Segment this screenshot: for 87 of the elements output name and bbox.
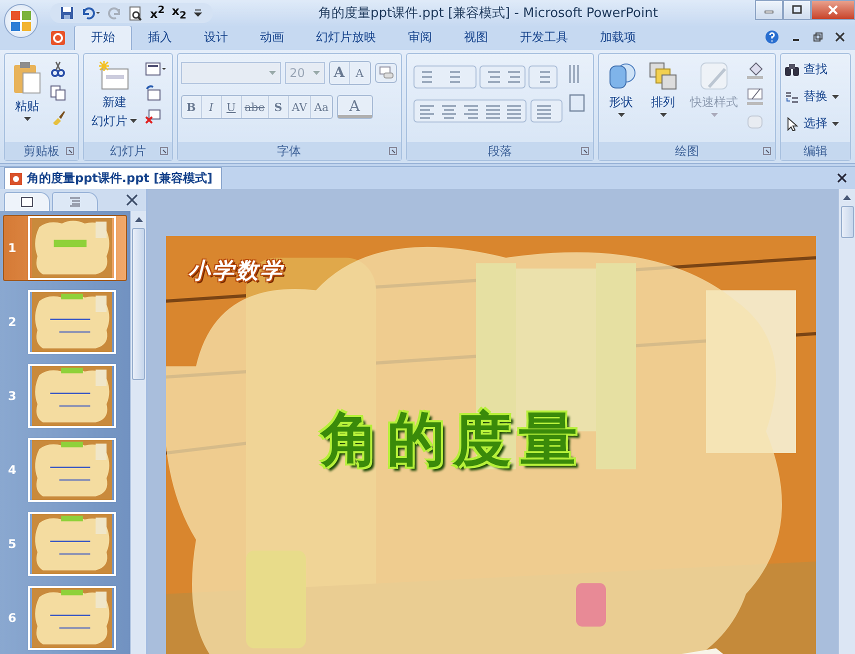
close-icon <box>827 5 839 15</box>
slide-subtitle: 小学数学 <box>187 258 286 286</box>
quick-styles-icon <box>699 61 730 91</box>
arrange-button[interactable]: 排列 <box>644 57 682 139</box>
help-icon[interactable] <box>765 30 779 44</box>
slide-icon <box>21 197 33 207</box>
reset-icon[interactable] <box>145 85 162 101</box>
format-button[interactable]: U <box>222 96 242 118</box>
presentation-icon <box>9 172 23 186</box>
outline-icon <box>69 197 81 207</box>
close-icon[interactable] <box>835 32 845 42</box>
format-button[interactable]: x$_{2}$ <box>172 4 186 22</box>
select-button[interactable]: 选择 <box>784 115 848 132</box>
replace-icon <box>784 90 800 104</box>
caret-icon <box>710 113 718 117</box>
maximize-button[interactable] <box>783 0 811 20</box>
launcher-icon[interactable] <box>581 147 590 155</box>
ribbon-tab[interactable]: 加载项 <box>584 26 652 50</box>
format-button[interactable]: B <box>182 96 202 118</box>
shapes-button[interactable]: 形状 <box>602 57 640 139</box>
grow-font-button[interactable]: A <box>330 62 350 84</box>
delete-slide-icon[interactable] <box>145 109 162 125</box>
caret-icon <box>130 119 138 123</box>
caret-icon <box>660 113 667 117</box>
slides-tab[interactable] <box>4 192 50 211</box>
ribbon-tab[interactable]: 视图 <box>448 26 504 50</box>
restore-icon[interactable] <box>813 32 823 42</box>
paste-button[interactable]: 粘贴 <box>8 57 46 139</box>
ribbon-tab[interactable]: 动画 <box>244 26 300 50</box>
replace-button[interactable]: 替换 <box>784 88 848 105</box>
caret-icon <box>618 113 625 117</box>
slide-title: 角的度量 <box>321 404 585 475</box>
format-button[interactable]: AV <box>288 96 312 118</box>
office-logo-icon <box>8 8 34 34</box>
eraser-icon[interactable] <box>374 63 397 83</box>
close-icon[interactable] <box>837 173 847 183</box>
layout-icon[interactable] <box>145 61 168 77</box>
group-title: 字体 <box>277 142 302 160</box>
shrink-font-button[interactable]: A <box>350 62 370 84</box>
customize-icon[interactable] <box>193 8 204 18</box>
undo-icon[interactable] <box>81 6 101 20</box>
caret-icon <box>832 122 839 126</box>
ribbon-tab[interactable]: 开发工具 <box>504 26 584 50</box>
group-title: 编辑 <box>803 142 828 160</box>
ribbon-tab[interactable]: 设计 <box>188 26 244 50</box>
format-button[interactable]: I <box>202 96 222 118</box>
copy-icon[interactable] <box>50 85 66 101</box>
close-icon[interactable] <box>126 194 138 206</box>
caret-icon <box>832 94 839 98</box>
ribbon-tab[interactable]: 审阅 <box>392 26 448 50</box>
caret-icon <box>312 71 320 75</box>
binoculars-icon <box>784 62 800 76</box>
group-title: 绘图 <box>674 142 699 160</box>
scrollbar-thumb[interactable] <box>840 206 854 238</box>
caret-icon <box>268 71 276 75</box>
clipboard-icon <box>12 61 42 95</box>
format-button[interactable]: S <box>268 96 289 118</box>
maximize-icon <box>792 5 802 15</box>
scrollbar-thumb[interactable] <box>132 228 145 380</box>
save-icon[interactable] <box>60 6 74 20</box>
ribbon-tab[interactable]: 幻灯片放映 <box>300 26 392 50</box>
document-tab[interactable]: 角的度量ppt课件.ppt [兼容模式] <box>4 167 222 189</box>
font-color-button[interactable]: A <box>338 96 372 118</box>
window-title: 角的度量ppt课件.ppt [兼容模式] - Microsoft PowerPoint <box>317 5 659 22</box>
launcher-icon[interactable] <box>66 147 74 155</box>
ribbon-tab[interactable]: 开始 <box>74 25 132 50</box>
print-preview-icon[interactable] <box>129 6 143 20</box>
format-button[interactable]: Aa <box>311 96 332 118</box>
format-button[interactable]: x$^{2}$ <box>150 5 165 21</box>
new-slide-button[interactable]: 新建 幻灯片 <box>87 57 142 139</box>
find-button[interactable]: 查找 <box>784 61 848 78</box>
launcher-icon[interactable] <box>160 147 168 155</box>
arrange-icon <box>648 61 678 91</box>
outline-tab[interactable] <box>52 192 98 211</box>
format-button[interactable]: abe <box>242 96 269 118</box>
launcher-icon[interactable] <box>388 147 397 155</box>
launcher-icon[interactable] <box>762 147 771 155</box>
office-button[interactable] <box>4 4 38 38</box>
scissors-icon[interactable] <box>50 61 66 77</box>
caret-icon <box>24 117 30 121</box>
close-button[interactable] <box>811 0 855 20</box>
group-title: 段落 <box>488 142 512 160</box>
group-title: 剪贴板 <box>24 142 60 160</box>
add-in-icon[interactable] <box>50 30 66 46</box>
ribbon-tab[interactable]: 插入 <box>132 26 188 50</box>
group-title: 幻灯片 <box>110 142 146 160</box>
new-slide-icon <box>98 61 130 91</box>
